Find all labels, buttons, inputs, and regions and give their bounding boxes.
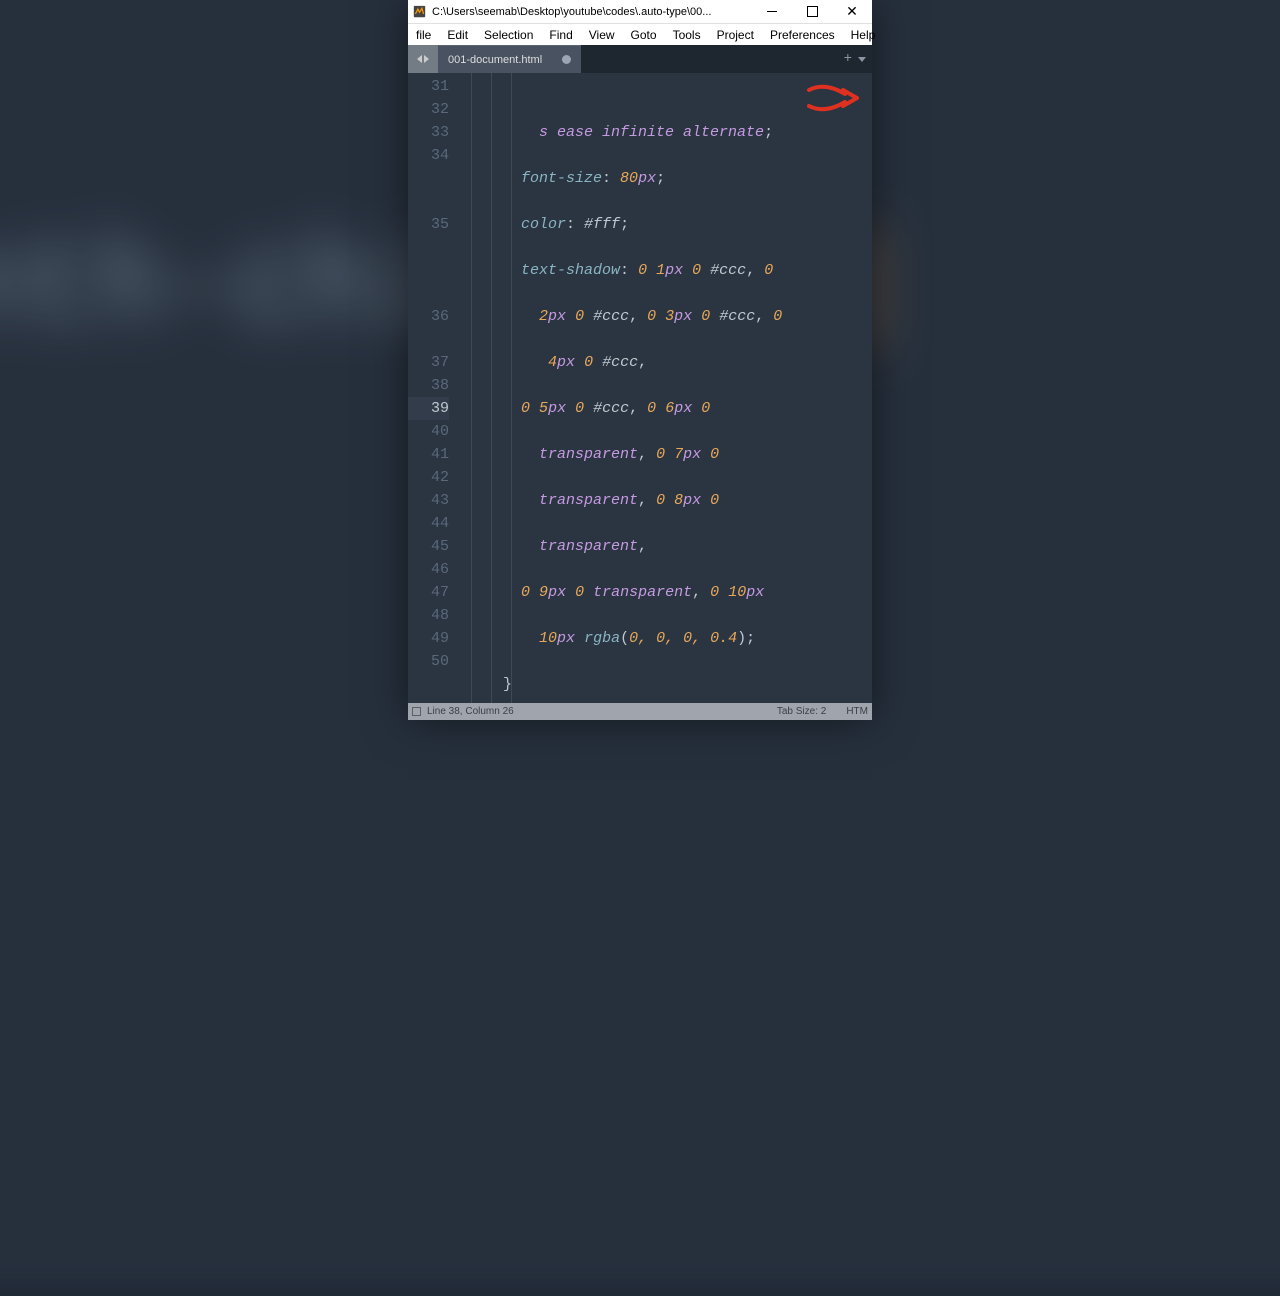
menu-edit[interactable]: Edit [439,24,476,45]
menu-file[interactable]: file [408,24,439,45]
editor-window: C:\Users\seemab\Desktop\youtube\codes\.a… [408,0,872,720]
tabbar: 001-document.html + [408,45,872,73]
line-gutter: 31 32 33 34 35 36 37 38 39 40 41 42 43 4… [408,73,455,703]
menu-goto[interactable]: Goto [623,24,665,45]
tab-label: 001-document.html [448,54,542,66]
arrow-right-icon [424,55,429,63]
status-language[interactable]: HTM [836,706,868,717]
minimize-button[interactable] [752,1,792,23]
app-icon [408,1,430,23]
editor-area[interactable]: 31 32 33 34 35 36 37 38 39 40 41 42 43 4… [408,73,872,703]
status-position[interactable]: Line 38, Column 26 [427,706,514,717]
dirty-indicator-icon [562,55,571,64]
tab-document[interactable]: 001-document.html [438,45,581,73]
menu-view[interactable]: View [581,24,623,45]
menu-selection[interactable]: Selection [476,24,541,45]
statusbar: Line 38, Column 26 Tab Size: 2 HTM [408,703,872,720]
tab-menu-icon[interactable] [858,57,866,62]
menu-find[interactable]: Find [541,24,580,45]
menu-help[interactable]: Help [843,24,884,45]
menu-tools[interactable]: Tools [665,24,709,45]
tab-nav-buttons[interactable] [408,45,438,73]
maximize-button[interactable] [792,1,832,23]
titlebar[interactable]: C:\Users\seemab\Desktop\youtube\codes\.a… [408,0,872,23]
panel-toggle-icon[interactable] [412,707,421,716]
menu-project[interactable]: Project [709,24,762,45]
close-button[interactable]: ✕ [832,1,872,23]
arrow-left-icon [417,55,422,63]
menu-preferences[interactable]: Preferences [762,24,843,45]
new-tab-button[interactable]: + [844,51,852,67]
window-title: C:\Users\seemab\Desktop\youtube\codes\.a… [430,6,752,18]
code-content[interactable]: s ease infinite alternate; font-size: 80… [455,73,872,703]
status-tabsize[interactable]: Tab Size: 2 [767,706,836,717]
menubar: file Edit Selection Find View Goto Tools… [408,23,872,45]
